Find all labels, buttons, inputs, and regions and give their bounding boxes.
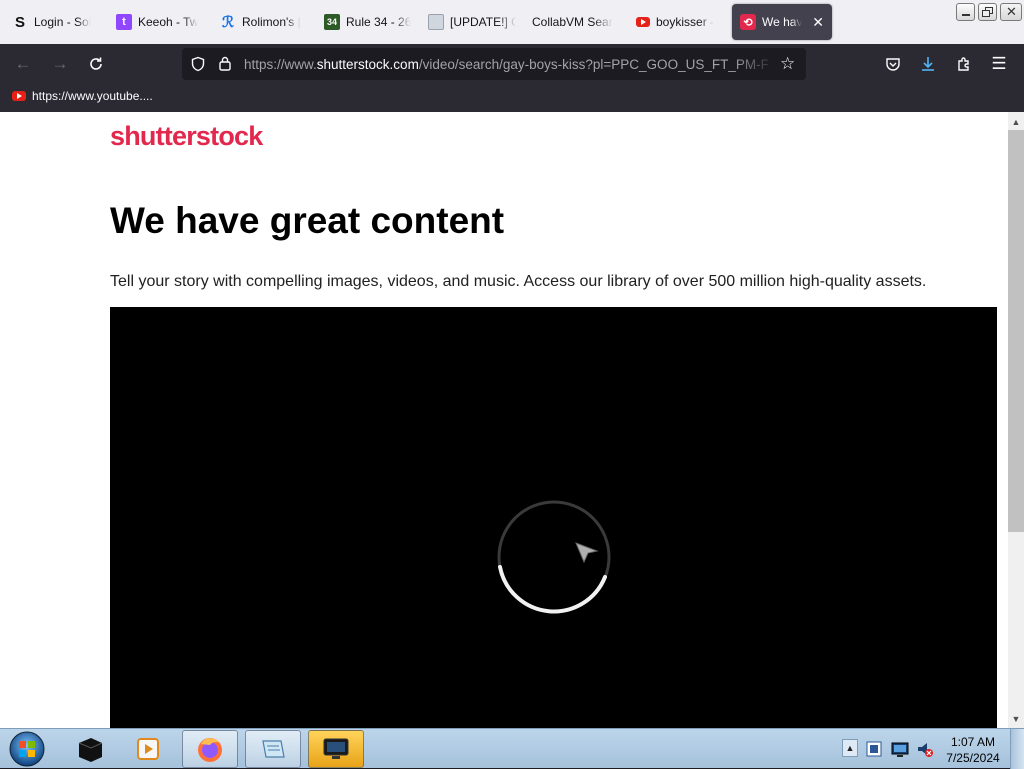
address-bar[interactable]: https://www.shutterstock.com/video/searc… xyxy=(182,48,806,80)
folder-icon xyxy=(428,14,444,30)
lock-icon[interactable] xyxy=(218,55,232,77)
taskbar-media-player[interactable] xyxy=(120,730,176,768)
bookmark-star-icon[interactable]: ☆ xyxy=(780,54,795,74)
tray-action-center[interactable] xyxy=(862,730,886,768)
system-clock[interactable]: 1:07 AM 7/25/2024 xyxy=(940,734,1006,766)
close-icon: ✕ xyxy=(1006,4,1017,19)
flag-icon xyxy=(866,741,882,757)
tab-label: Rule 34 - 26 xyxy=(346,15,412,29)
close-tab-icon[interactable]: ✕ xyxy=(812,14,824,31)
close-window-button[interactable]: ✕ xyxy=(1000,3,1022,21)
tab-label: [UPDATE!] C xyxy=(450,15,516,29)
monitor-icon xyxy=(323,738,349,759)
s-icon: S xyxy=(14,13,25,31)
tab-label: We have xyxy=(762,15,803,29)
tray-network[interactable] xyxy=(888,730,912,768)
page-description: Tell your story with compelling images, … xyxy=(110,273,927,290)
video-player[interactable] xyxy=(110,307,997,728)
scroll-up-arrow-icon[interactable]: ▲ xyxy=(1008,114,1024,130)
pocket-icon xyxy=(886,58,900,71)
windows-taskbar: ▲ 1:07 AM 7/25/2024 xyxy=(0,728,1024,769)
tab-login[interactable]: S Login - Sol xyxy=(4,4,108,40)
tab-rule34[interactable]: 34 Rule 34 - 26 xyxy=(316,4,420,40)
menu-button[interactable]: ☰ xyxy=(986,52,1012,76)
forward-button[interactable]: → xyxy=(47,52,73,76)
tab-boykisser[interactable]: boykisser - xyxy=(628,4,732,40)
downloads-button[interactable] xyxy=(915,52,941,76)
tab-label: Keeoh - Tw xyxy=(138,15,199,29)
network-icon xyxy=(891,742,909,757)
url-text[interactable]: https://www.shutterstock.com/video/searc… xyxy=(244,57,776,72)
shield-icon[interactable] xyxy=(190,56,206,77)
bookmark-youtube[interactable]: https://www.youtube.... xyxy=(12,89,153,103)
clock-time: 1:07 AM xyxy=(950,735,996,749)
tab-shutterstock[interactable]: ⟲ We have ✕ xyxy=(732,4,832,40)
tab-strip: S Login - Sol t Keeoh - Tw ℛ Rolimon's |… xyxy=(0,0,1024,44)
bookmark-label: https://www.youtube.... xyxy=(32,89,153,103)
bookmarks-toolbar: https://www.youtube.... xyxy=(0,84,1024,112)
rule34-icon: 34 xyxy=(324,14,340,30)
shutterstock-logo[interactable]: shutterstock xyxy=(110,121,263,152)
youtube-icon xyxy=(636,17,650,27)
puzzle-icon xyxy=(958,57,969,71)
firefox-icon xyxy=(198,738,222,762)
taskbar-app-display[interactable] xyxy=(308,730,364,768)
start-button[interactable] xyxy=(0,730,54,768)
shutterstock-icon: ⟲ xyxy=(740,14,756,30)
taskbar-app-1[interactable] xyxy=(62,730,118,768)
extensions-button[interactable] xyxy=(951,52,977,76)
show-desktop-button[interactable] xyxy=(1010,729,1024,769)
tab-update[interactable]: [UPDATE!] C xyxy=(420,4,524,40)
tab-label: CollabVM Sear xyxy=(532,15,613,29)
hamburger-icon: ☰ xyxy=(991,54,1007,73)
back-button[interactable]: ← xyxy=(10,52,36,76)
rolimons-icon: ℛ xyxy=(222,14,234,31)
tab-label: Login - Sol xyxy=(34,15,92,29)
clock-date: 7/25/2024 xyxy=(946,751,1000,765)
scrollbar-thumb[interactable] xyxy=(1008,130,1024,532)
reload-icon xyxy=(90,57,102,70)
show-hidden-icons-button[interactable]: ▲ xyxy=(842,739,858,757)
scroll-down-arrow-icon[interactable]: ▼ xyxy=(1008,711,1024,727)
page-content: shutterstock We have great content Tell … xyxy=(0,112,1008,728)
tab-keeoh[interactable]: t Keeoh - Tw xyxy=(108,4,212,40)
black-box-icon xyxy=(78,738,103,762)
tab-rolimons[interactable]: ℛ Rolimon's | xyxy=(212,4,316,40)
chevron-up-icon: ▲ xyxy=(845,743,855,753)
url-prefix: https://www. xyxy=(244,57,317,72)
page-headline: We have great content xyxy=(110,200,505,241)
youtube-icon xyxy=(12,91,26,101)
cursor-icon xyxy=(575,542,599,564)
twitch-icon: t xyxy=(116,14,132,30)
restore-button[interactable] xyxy=(978,3,997,21)
navigation-toolbar: ← → https://www.shutterstock.com/video/s… xyxy=(0,44,1024,84)
volume-icon xyxy=(918,743,933,757)
minimize-button[interactable] xyxy=(956,3,975,21)
media-player-icon xyxy=(137,738,159,760)
tab-label: boykisser - xyxy=(656,15,715,29)
reload-button[interactable] xyxy=(83,52,109,76)
url-path: /video/search/gay-boys-kiss?pl=PPC_GOO_U… xyxy=(418,57,769,72)
url-domain: shutterstock.com xyxy=(316,57,419,72)
taskbar-app-notepad[interactable] xyxy=(245,730,301,768)
taskbar-firefox[interactable] xyxy=(182,730,238,768)
tab-label: Rolimon's | xyxy=(242,15,301,29)
notepad-icon xyxy=(262,740,285,758)
tray-volume[interactable] xyxy=(913,730,937,768)
download-icon xyxy=(922,57,934,71)
pocket-button[interactable] xyxy=(880,52,906,76)
tab-collabvm[interactable]: CollabVM Sear xyxy=(524,4,628,40)
windows-orb-icon xyxy=(9,731,45,767)
